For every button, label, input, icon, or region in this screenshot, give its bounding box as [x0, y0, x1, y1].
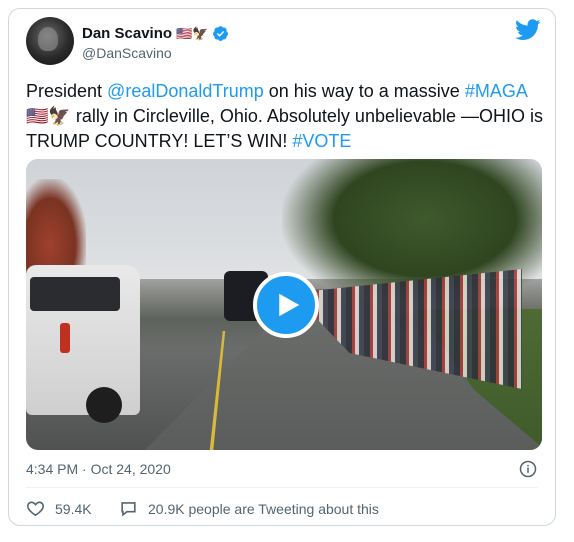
tweet-timestamp[interactable]: 4:34 PM · Oct 24, 2020	[26, 461, 171, 477]
tweet-text: President @realDonaldTrump on his way to…	[26, 79, 546, 154]
like-button[interactable]: 59.4K	[26, 499, 92, 518]
text-part: on his way to a massive	[263, 81, 465, 101]
video-frame-suv	[26, 265, 140, 423]
video-player[interactable]	[26, 159, 542, 450]
play-button[interactable]	[253, 272, 319, 338]
verified-badge-icon	[213, 25, 229, 41]
hashtag-link[interactable]: #VOTE	[292, 131, 351, 151]
author-name[interactable]: Dan Scavino	[82, 25, 172, 42]
text-part: 🇺🇸🦅	[26, 106, 71, 126]
tweeting-about-link[interactable]: 20.9K people are Tweeting about this	[119, 499, 379, 518]
twitter-bird-icon[interactable]	[515, 19, 541, 41]
suv-taillight	[60, 323, 70, 353]
like-count: 59.4K	[55, 500, 92, 517]
play-icon	[279, 293, 300, 317]
suv-window	[30, 277, 120, 311]
mention-link[interactable]: @realDonaldTrump	[107, 81, 264, 101]
tweet-card[interactable]: Dan Scavino 🇺🇸🦅 @DanScavino President @r…	[8, 8, 556, 526]
author-handle[interactable]: @DanScavino	[82, 45, 172, 61]
suv-wheel	[86, 387, 122, 423]
info-icon[interactable]	[519, 460, 537, 478]
divider	[26, 487, 538, 488]
heart-icon	[27, 501, 44, 517]
tweeting-about-label: 20.9K people are Tweeting about this	[148, 500, 379, 517]
text-part: rally in Circleville, Ohio. Absolutely u…	[26, 106, 544, 151]
avatar[interactable]	[26, 17, 74, 65]
hashtag-link[interactable]: #MAGA	[465, 81, 528, 101]
author-name-emoji: 🇺🇸🦅	[176, 25, 209, 41]
speech-bubble-icon	[121, 502, 136, 517]
author-row: Dan Scavino 🇺🇸🦅	[82, 23, 229, 43]
text-part: President	[26, 81, 108, 101]
